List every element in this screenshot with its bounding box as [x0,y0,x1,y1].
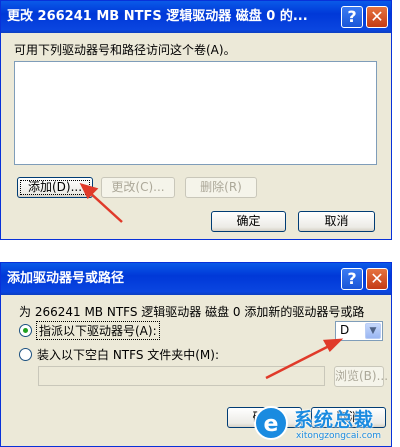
dialog-title: 更改 266241 MB NTFS 逻辑驱动器 磁盘 0 的... [7,9,308,24]
close-button[interactable]: ✕ [366,6,388,28]
change-button[interactable]: 更改(C)... [101,177,175,198]
add-path-description: 为 266241 MB NTFS 逻辑驱动器 磁盘 0 添加新的驱动器号或路 [19,305,365,319]
add-button[interactable]: 添加(D)... [17,177,93,198]
mount-folder-label[interactable]: 装入以下空白 NTFS 文件夹中(M): [37,346,219,363]
drive-letter-select[interactable]: D ▼ [335,321,383,341]
drive-path-list[interactable] [14,61,377,165]
chevron-down-icon[interactable]: ▼ [365,323,381,339]
dialog-title: 添加驱动器号或路径 [7,271,125,286]
mount-folder-radio[interactable] [19,348,32,361]
site-watermark: e 系统总裁 xitongzongcai.com [252,404,400,447]
watermark-url: xitongzongcai.com [296,431,381,441]
remove-button[interactable]: 删除(R) [185,177,257,198]
help-button[interactable]: ? [341,268,363,290]
drive-letter-value: D [340,323,350,337]
ok-button[interactable]: 确定 [211,211,286,232]
help-button[interactable]: ? [341,6,363,28]
change-drive-letter-dialog: 更改 266241 MB NTFS 逻辑驱动器 磁盘 0 的... ? ✕ 可用… [0,0,392,240]
mount-path-input[interactable] [38,366,325,386]
assign-letter-radio[interactable] [19,324,32,337]
assign-letter-label[interactable]: 指派以下驱动器号(A): [36,321,160,340]
close-button[interactable]: ✕ [366,268,388,290]
dialog-titlebar[interactable]: 更改 266241 MB NTFS 逻辑驱动器 磁盘 0 的... ? ✕ [1,1,391,33]
watermark-title: 系统总裁 [294,409,375,431]
watermark-logo-icon: e [254,406,288,440]
browse-button[interactable]: 浏览(B)... [334,366,388,387]
dialog-titlebar[interactable]: 添加驱动器号或路径 ? ✕ [1,263,391,295]
radio-selected-dot [23,328,28,333]
volume-access-description: 可用下列驱动器号和路径访问这个卷(A)。 [14,43,236,57]
cancel-button[interactable]: 取消 [298,211,375,232]
